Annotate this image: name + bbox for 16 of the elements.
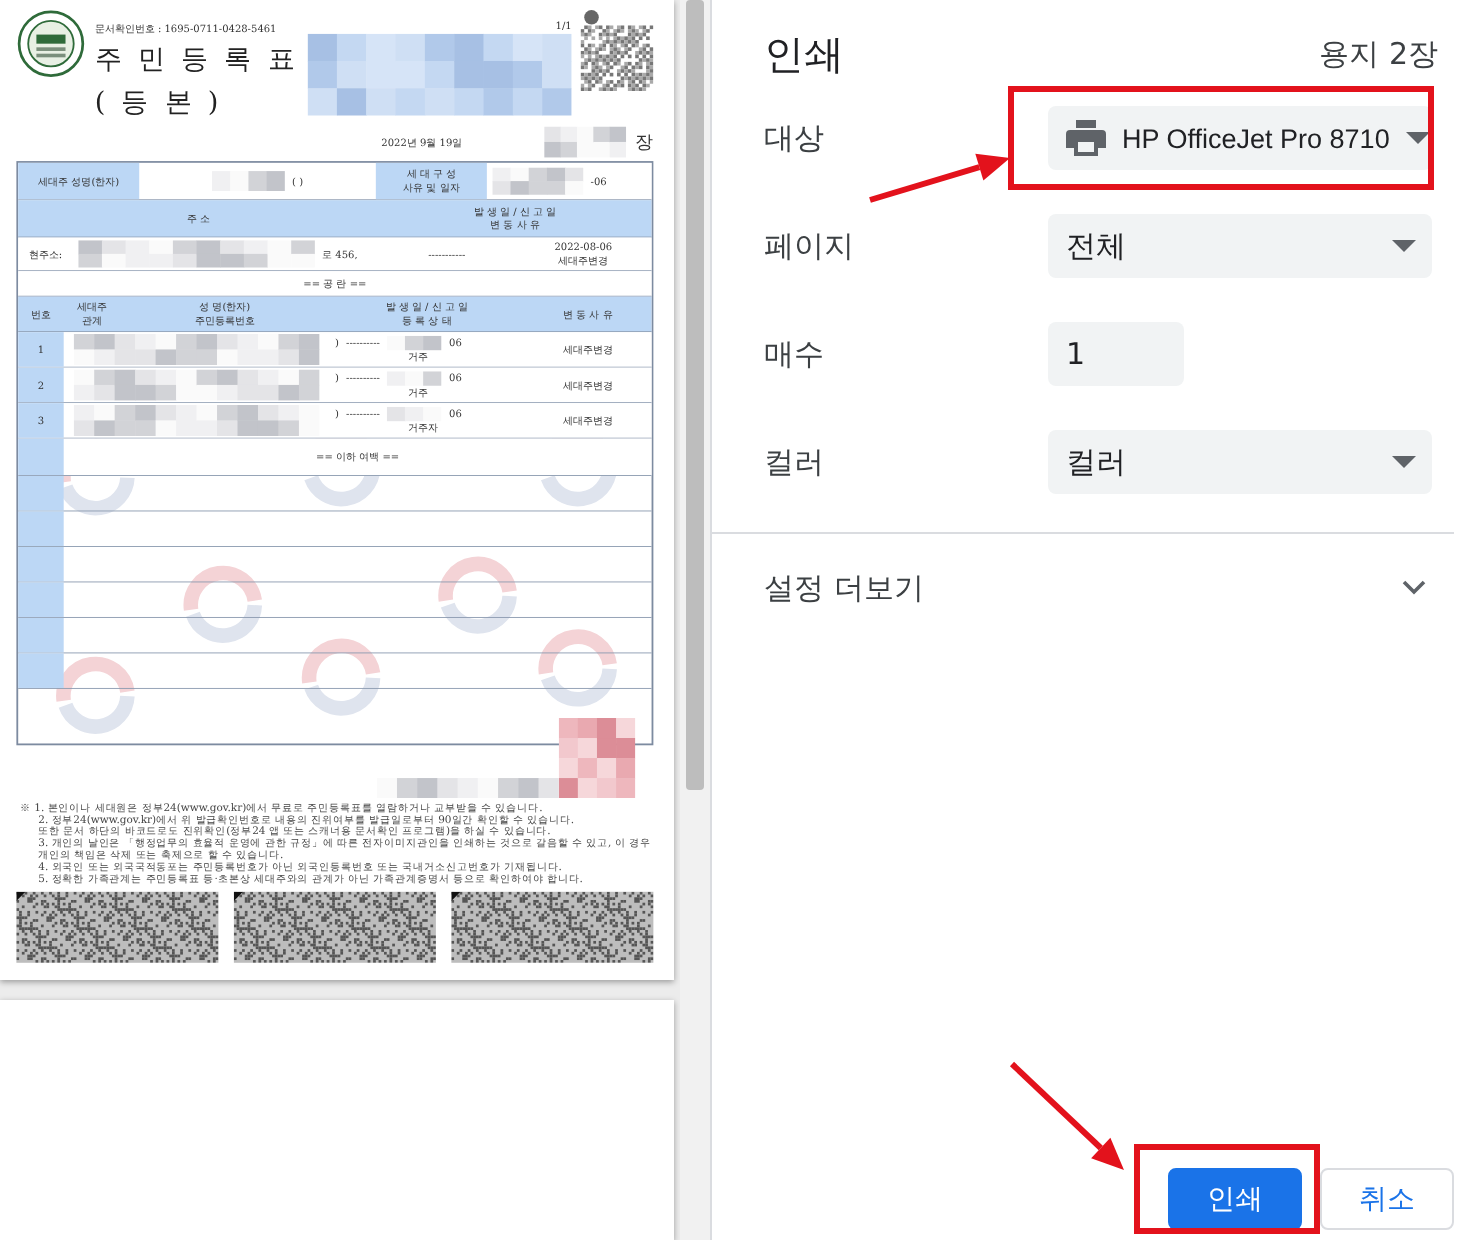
cancel-button[interactable]: 취소	[1320, 1168, 1454, 1230]
document-subtitle: ( 등 본 )	[94, 84, 225, 122]
document-title: 주 민 등 록 표	[94, 41, 299, 79]
printer-select[interactable]: HP OfficeJet Pro 8710	[1048, 106, 1432, 170]
setting-label: 페이지	[764, 227, 856, 265]
setting-label: 매수	[764, 335, 826, 373]
dialog-title: 인쇄	[764, 27, 844, 81]
print-button[interactable]: 인쇄	[1168, 1168, 1302, 1230]
sheet-count: 용지 2장	[1319, 35, 1438, 73]
copies-field[interactable]: 1	[1048, 322, 1184, 386]
setting-label: 대상	[764, 119, 826, 157]
more-settings-toggle[interactable]: 설정 더보기	[712, 534, 1454, 642]
sheet-suffix: 장	[635, 129, 654, 155]
setting-select[interactable]: 전체	[1048, 214, 1432, 278]
setting-label: 컬러	[764, 443, 826, 481]
setting-select[interactable]: 컬러	[1048, 430, 1432, 494]
